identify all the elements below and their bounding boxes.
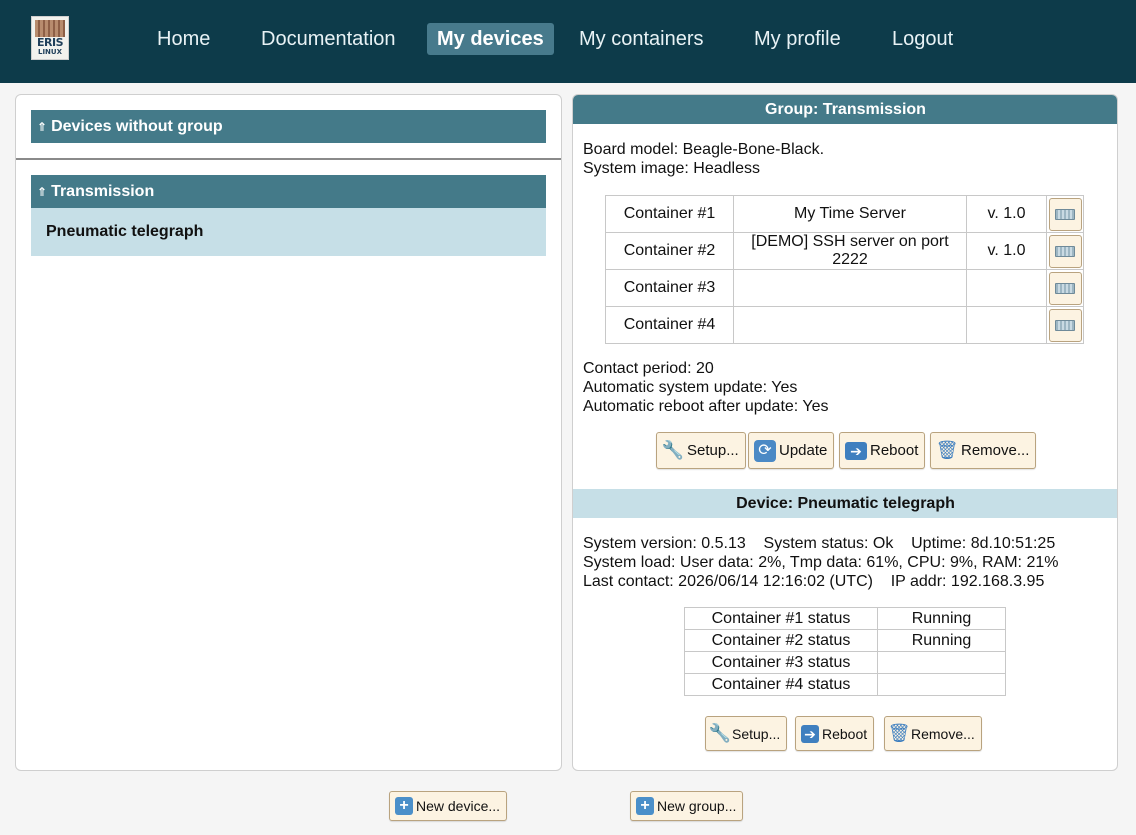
divider [16,158,561,160]
table-row: Container #1 My Time Server v. 1.0 [605,195,1084,233]
device-title: Device: Pneumatic telegraph [573,489,1117,518]
table-row: Container #1 status Running [684,607,1006,630]
select-container-4-button[interactable] [1048,308,1082,342]
container-version: v. 1.0 [966,232,1047,270]
group-update-button[interactable]: ⟳ Update [748,432,835,469]
details-panel: Group: Transmission Board model: Beagle-… [572,94,1118,771]
button-label: New device... [416,798,501,814]
button-label: Setup... [732,725,781,742]
group-header-transmission[interactable]: ⇑ Transmission [31,175,546,208]
button-label: Setup... [687,442,739,459]
container-package-icon [1055,319,1075,331]
collapse-arrow-icon: ⇑ [37,185,48,199]
select-container-1-button[interactable] [1048,197,1082,231]
arrow-right-icon: ➔ [801,724,819,743]
group-title: Group: Transmission [573,95,1117,124]
device-load-line: System load: User data: 2%, Tmp data: 61… [583,554,1059,571]
logo-text-linux: LINUX [37,48,62,56]
group-setup-button[interactable]: 🔧 Setup... [656,432,746,469]
status-label: Container #1 status [684,607,878,630]
button-label: Remove... [911,725,975,742]
device-remove-button[interactable]: 🗑 Remove... [884,716,982,751]
plus-icon: + [395,797,413,815]
nav-home[interactable]: Home [147,23,220,55]
select-container-3-button[interactable] [1048,271,1082,305]
select-container-2-button[interactable] [1048,234,1082,268]
trash-icon: 🗑 [887,723,911,743]
wrench-icon: 🔧 [708,723,732,743]
plus-icon: + [636,797,654,815]
container-package-icon [1055,245,1075,257]
device-reboot-button[interactable]: ➔ Reboot [795,716,875,751]
nav-logout[interactable]: Logout [882,23,963,55]
status-label: Container #3 status [684,651,878,674]
device-tree-panel: ⇑ Devices without group ⇑ Transmission Pne… [15,94,562,771]
group-header-devices-without-group[interactable]: ⇑ Devices without group [31,110,546,143]
auto-reboot: Automatic reboot after update: Yes [583,398,829,415]
table-row: Container #2 [DEMO] SSH server on port 2… [605,232,1084,270]
new-device-button[interactable]: + New device... [389,791,508,821]
table-row: Container #4 status [684,673,1006,696]
table-row: Container #3 status [684,651,1006,674]
device-item-pneumatic-telegraph[interactable]: Pneumatic telegraph [31,208,546,256]
status-value: Running [877,607,1006,630]
status-label: Container #2 status [684,629,878,652]
nav-my-devices[interactable]: My devices [427,23,554,55]
container-name [733,269,967,307]
container-status-table: Container #1 status Running Container #2… [684,607,1006,696]
status-value [877,651,1006,674]
nav-documentation[interactable]: Documentation [251,23,406,55]
new-group-button[interactable]: + New group... [630,791,744,821]
collapse-arrow-icon: ⇑ [37,120,48,134]
container-package-icon [1055,208,1075,220]
trash-icon: 🗑 [935,440,959,460]
status-value [877,673,1006,696]
table-row: Container #4 [605,306,1084,344]
container-name: [DEMO] SSH server on port 2222 [733,232,967,270]
containers-table: Container #1 My Time Server v. 1.0 Conta… [605,195,1084,344]
container-slot: Container #1 [605,195,734,233]
container-slot: Container #2 [605,232,734,270]
arrow-right-icon: ➔ [845,441,867,460]
button-label: Remove... [961,442,1030,459]
device-contact-line: Last contact: 2026/06/14 12:16:02 (UTC) … [583,573,1045,590]
wrench-icon: 🔧 [661,440,685,460]
container-slot: Container #4 [605,306,734,344]
group-label: Transmission [51,183,155,200]
container-version [966,269,1047,307]
container-package-icon [1055,282,1075,294]
container-version [966,306,1047,344]
container-slot: Container #3 [605,269,734,307]
nav-my-profile[interactable]: My profile [744,23,851,55]
board-model: Board model: Beagle-Bone-Black. [583,141,825,158]
button-label: New group... [657,798,737,814]
nav-my-containers[interactable]: My containers [569,23,714,55]
device-setup-button[interactable]: 🔧 Setup... [705,716,788,751]
button-label: Update [779,442,828,459]
group-reboot-button[interactable]: ➔ Reboot [839,432,926,469]
button-label: Reboot [822,725,868,742]
status-label: Container #4 status [684,673,878,696]
eris-linux-logo[interactable]: ERIS LINUX [31,16,69,60]
group-remove-button[interactable]: 🗑 Remove... [930,432,1037,469]
status-value: Running [877,629,1006,652]
system-image: System image: Headless [583,160,760,177]
auto-system-update: Automatic system update: Yes [583,379,798,396]
button-label: Reboot [870,442,919,459]
container-name [733,306,967,344]
device-status-line: System version: 0.5.13 System status: Ok… [583,535,1056,552]
top-navigation-bar: ERIS LINUX Home Documentation My devices… [0,0,1136,83]
contact-period: Contact period: 20 [583,360,714,377]
table-row: Container #3 [605,269,1084,307]
container-version: v. 1.0 [966,195,1047,233]
table-row: Container #2 status Running [684,629,1006,652]
container-name: My Time Server [733,195,967,233]
logo-stripes [35,20,65,37]
group-label: Devices without group [51,118,223,135]
refresh-icon: ⟳ [754,439,776,462]
